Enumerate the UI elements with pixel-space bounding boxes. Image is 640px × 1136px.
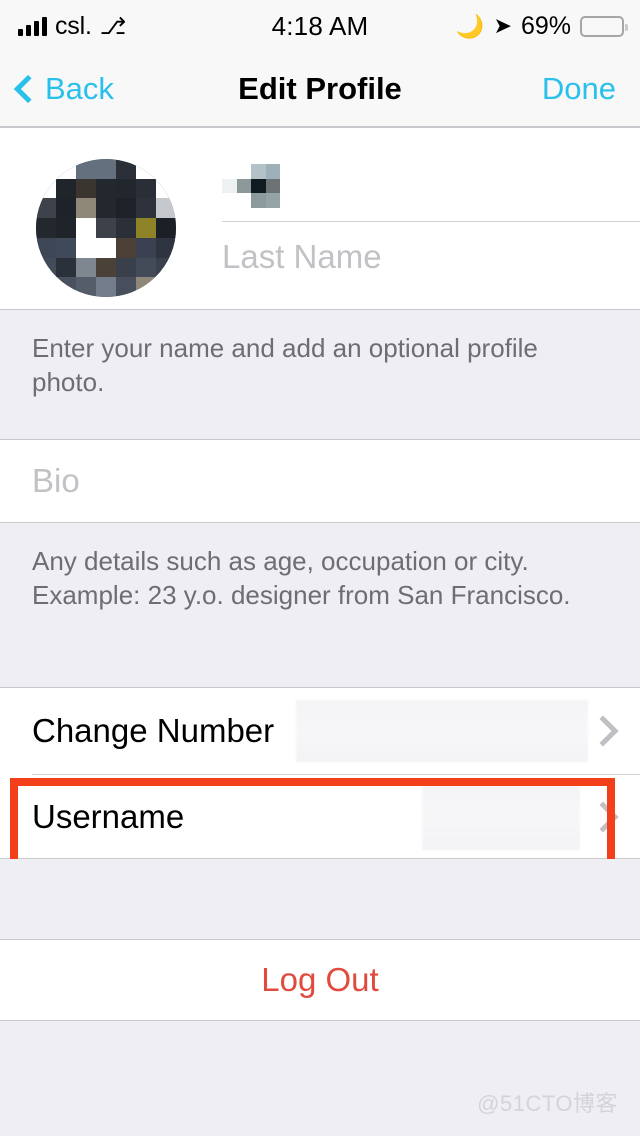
bio-input[interactable]: Bio [32, 462, 80, 500]
change-number-value-redacted [296, 700, 588, 762]
username-label: Username [32, 798, 185, 835]
battery-percent-label: 69% [520, 11, 571, 40]
location-arrow-icon: ➤ [493, 13, 512, 38]
avatar[interactable] [36, 159, 176, 297]
chevron-right-icon [587, 801, 619, 833]
name-fields: Last Name [200, 128, 640, 309]
name-section: Last Name [0, 127, 640, 310]
change-number-label: Change Number [32, 712, 275, 749]
first-name-field[interactable] [222, 164, 280, 208]
row-username[interactable]: Username [0, 774, 640, 860]
moon-icon: 🌙 [455, 12, 485, 39]
name-help-section: Enter your name and add an optional prof… [0, 311, 640, 438]
status-bar-right: 🌙 ➤ 69% [455, 11, 628, 41]
chevron-right-icon [587, 715, 619, 747]
bio-help-text: Any details such as age, occupation or c… [32, 546, 571, 610]
watermark: @51CTO博客 [477, 1091, 618, 1116]
logout-button[interactable]: Log Out [0, 961, 640, 999]
username-value-redacted [422, 784, 580, 850]
navigation-bar: Back Edit Profile Done [0, 52, 640, 127]
logout-section: Log Out [0, 939, 640, 1021]
row-change-number[interactable]: Change Number [0, 688, 640, 774]
done-button[interactable]: Done [542, 71, 616, 107]
last-name-field[interactable]: Last Name [222, 238, 382, 276]
name-help-text: Enter your name and add an optional prof… [32, 333, 538, 397]
account-settings-section: Change Number Username [0, 687, 640, 859]
battery-icon [580, 15, 628, 37]
logout-gap-spacer [0, 859, 640, 939]
name-field-divider [222, 221, 640, 222]
bio-help-section: Any details such as age, occupation or c… [0, 524, 640, 686]
avatar-mosaic [36, 159, 176, 297]
app-screen: csl. ⎇ 4:18 AM 🌙 ➤ 69% Back Edit Profile… [0, 0, 640, 1136]
bottom-empty-area: @51CTO博客 [0, 1021, 640, 1136]
bio-section: Bio [0, 439, 640, 523]
status-bar: csl. ⎇ 4:18 AM 🌙 ➤ 69% [0, 0, 640, 52]
first-name-redacted-value [222, 164, 280, 208]
